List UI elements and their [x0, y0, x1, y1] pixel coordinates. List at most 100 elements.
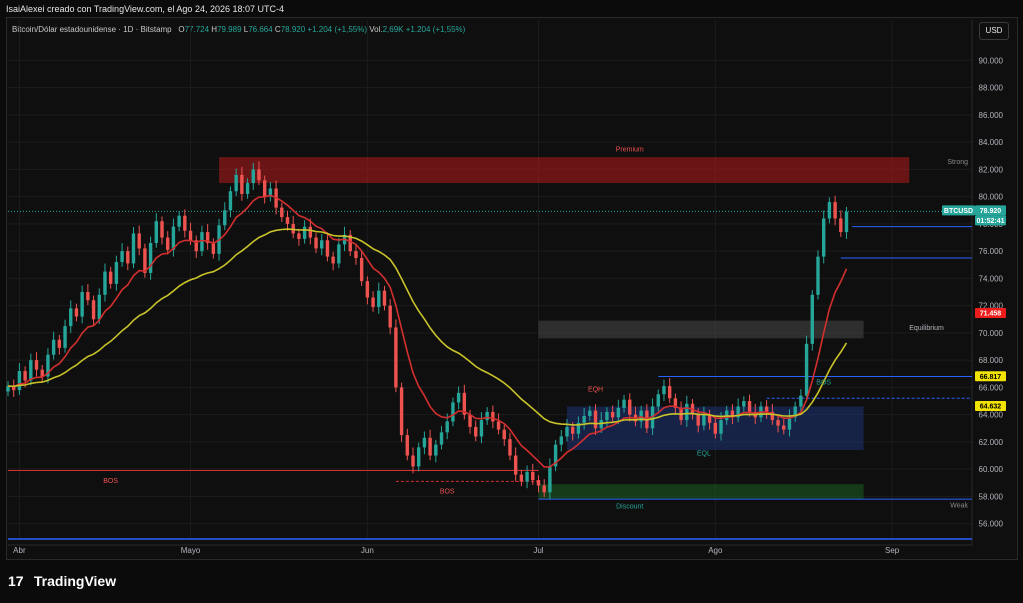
y-tick-label: 56.000	[979, 520, 1004, 529]
candle-body	[439, 432, 444, 445]
candle-body	[565, 426, 569, 437]
candle-body	[302, 226, 307, 239]
candle-body	[782, 425, 786, 430]
candle-body	[114, 262, 119, 284]
candle-body	[776, 420, 780, 426]
candle-body	[331, 256, 335, 264]
y-tick-label: 74.000	[979, 274, 1004, 283]
candle-body	[628, 399, 632, 415]
candle-body	[713, 422, 718, 434]
candle-body	[536, 480, 541, 486]
candle-body	[456, 392, 461, 403]
candle-body	[371, 297, 375, 308]
price-label-text: BTCUSD	[944, 208, 973, 215]
price-label-text: 78.920	[980, 208, 1002, 215]
candle-body	[51, 339, 56, 355]
candle-body	[513, 455, 518, 475]
x-tick-label: Jun	[361, 546, 374, 555]
y-tick-label: 64.000	[979, 411, 1004, 420]
candle-body	[662, 386, 666, 395]
candle-body	[86, 292, 90, 301]
candle-body	[377, 290, 381, 308]
candle-body	[548, 466, 552, 493]
price-chart[interactable]: 56.000 58.000 60.000 62.000 64.000 66.000 68.0…	[0, 0, 1023, 603]
candle-body	[696, 414, 700, 426]
tradingview-brand[interactable]: 17 TradingView	[8, 573, 116, 589]
candle-body	[234, 174, 238, 192]
candle-body	[468, 414, 472, 427]
candle-body	[747, 401, 752, 412]
candle-body	[188, 230, 193, 241]
candle-body	[610, 411, 615, 418]
candle-body	[839, 218, 843, 233]
candle-body	[405, 435, 409, 456]
candle-body	[74, 308, 79, 317]
candle-body	[17, 371, 22, 391]
candle-body	[411, 455, 415, 467]
candle-body	[120, 251, 124, 263]
candle-body	[764, 406, 769, 412]
candle-body	[816, 256, 820, 295]
candle-body	[605, 411, 609, 421]
candle-body	[211, 242, 216, 254]
candle-body	[285, 217, 290, 224]
candle-body	[69, 308, 73, 327]
candle-body	[719, 420, 723, 434]
candle-body	[474, 426, 478, 437]
x-tick-label: Abr	[13, 546, 26, 555]
candle-body	[833, 202, 837, 219]
candle-body	[616, 407, 621, 418]
candle-body	[485, 411, 489, 421]
candle-body	[359, 257, 364, 282]
candle-body	[821, 218, 826, 257]
y-tick-label: 70.000	[979, 329, 1004, 338]
candle-body	[804, 343, 809, 396]
y-tick-label: 90.000	[979, 56, 1004, 65]
weak-low-label: Weak	[950, 502, 968, 509]
candle-body	[63, 326, 67, 348]
candle-body	[308, 226, 313, 238]
y-tick-label: 66.000	[979, 383, 1004, 392]
brand-name: TradingView	[33, 573, 117, 589]
candle-body	[257, 169, 261, 181]
y-tick-label: 84.000	[979, 138, 1004, 147]
candle-body	[799, 395, 803, 407]
strong-high-label: Strong	[947, 159, 968, 166]
candle-body	[262, 180, 267, 197]
candle-body	[314, 237, 318, 249]
candle-body	[337, 244, 341, 264]
candle-body	[525, 471, 529, 482]
candle-body	[388, 305, 392, 328]
y-tick-label: 88.000	[979, 84, 1004, 93]
candle-body	[810, 294, 814, 344]
candle-body	[531, 471, 535, 481]
equilibrium-label: Equilibrium	[909, 325, 944, 332]
candle-body	[508, 439, 512, 456]
candle-body	[787, 417, 792, 430]
candle-body	[325, 240, 330, 257]
candle-body	[496, 421, 501, 430]
y-tick-label: 58.000	[979, 492, 1004, 501]
candle-body	[23, 371, 27, 381]
candle-body	[588, 410, 592, 417]
price-label-text: 64.632	[980, 404, 1002, 411]
candle-body	[126, 251, 130, 264]
candle-body	[428, 437, 432, 456]
candle-body	[80, 292, 84, 317]
candle-body	[34, 360, 39, 370]
candle-body	[667, 386, 672, 399]
candle-body	[622, 399, 626, 408]
bos-mid-label: BOS	[440, 489, 455, 496]
candle-body	[223, 210, 227, 226]
candle-body	[382, 290, 387, 306]
x-tick-label: Mayo	[181, 546, 201, 555]
bos-left-label: BOS	[103, 478, 118, 485]
candle-body	[131, 233, 136, 264]
candle-body	[228, 191, 233, 211]
y-tick-label: 62.000	[979, 438, 1004, 447]
candle-body	[297, 233, 301, 239]
candle-body	[479, 420, 484, 437]
y-tick-label: 68.000	[979, 356, 1004, 365]
candle-body	[354, 251, 358, 258]
candle-body	[154, 221, 159, 243]
